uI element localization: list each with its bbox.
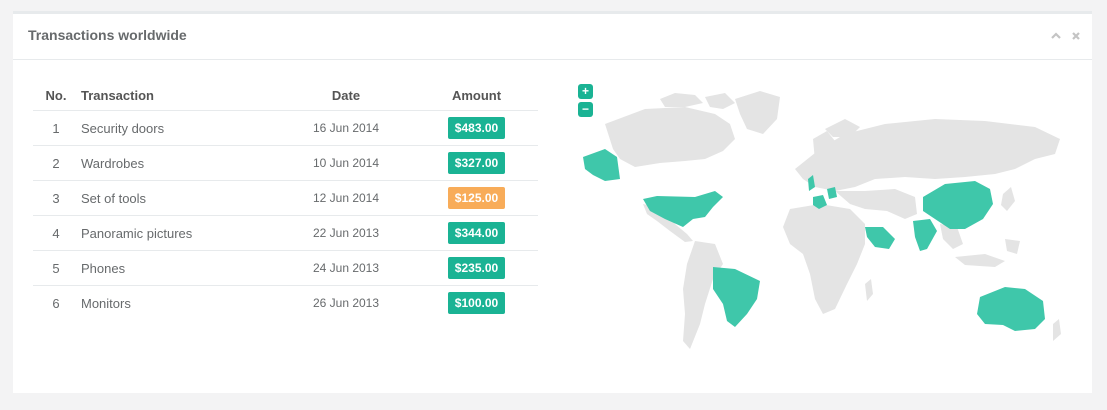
row-date: 26 Jun 2013 [312,296,380,310]
panel-title: Transactions worldwide [28,27,187,43]
amount-badge: $100.00 [447,292,506,314]
table-row[interactable]: 5 Phones 24 Jun 2013 $235.00 [33,250,538,286]
row-amount: $327.00 [415,145,538,181]
table-row[interactable]: 6 Monitors 26 Jun 2013 $100.00 [33,286,538,321]
zoom-out-button[interactable]: − [578,102,593,117]
world-map[interactable]: + − [565,79,1080,354]
table-row[interactable]: 1 Security doors 16 Jun 2014 $483.00 [33,110,538,146]
header-amount[interactable]: Amount [415,81,538,111]
close-icon[interactable] [1070,29,1082,41]
row-date: 10 Jun 2014 [277,145,415,181]
zoom-in-button[interactable]: + [578,84,593,99]
row-date: 24 Jun 2013 [277,250,415,286]
row-transaction: Panoramic pictures [79,215,277,251]
panel-tools [1050,29,1082,41]
transactions-table: No. Transaction Date Amount 1 Security do… [33,81,538,320]
amount-badge: $344.00 [447,222,506,244]
row-no: 4 [33,215,79,251]
transactions-panel: Transactions worldwide No. Transaction D… [13,11,1092,393]
region-alaska[interactable] [583,149,620,181]
row-amount: $235.00 [415,250,538,286]
row-transaction: Set of tools [79,180,277,216]
row-no: 5 [33,250,79,286]
row-transaction: Wardrobes [79,145,277,181]
region-brazil[interactable] [713,267,760,327]
table-row[interactable]: 3 Set of tools 12 Jun 2014 $125.00 [33,180,538,216]
table-header-row: No. Transaction Date Amount [33,81,538,111]
row-no: 2 [33,145,79,181]
table-row[interactable]: 4 Panoramic pictures 22 Jun 2013 $344.00 [33,215,538,251]
amount-badge: $125.00 [447,187,506,209]
header-no[interactable]: No. [33,81,79,111]
amount-badge: $235.00 [447,257,506,279]
chevron-up-icon[interactable] [1050,29,1062,41]
row-no: 6 [52,295,60,311]
region-china[interactable] [923,181,993,229]
row-amount: $100.00 [415,286,538,321]
header-transaction[interactable]: Transaction [79,81,277,111]
table-row[interactable]: 2 Wardrobes 10 Jun 2014 $327.00 [33,145,538,181]
row-transaction: Security doors [79,110,277,146]
amount-badge: $483.00 [447,117,506,139]
row-no: 3 [33,180,79,216]
row-amount: $125.00 [415,180,538,216]
row-date: 16 Jun 2014 [277,110,415,146]
region-australia[interactable] [977,287,1045,331]
region-saudi-arabia[interactable] [865,227,895,249]
panel-header: Transactions worldwide [13,14,1092,60]
amount-badge: $327.00 [447,152,506,174]
region-united-states[interactable] [643,191,723,227]
row-transaction: Monitors [81,295,131,311]
row-amount: $344.00 [415,215,538,251]
header-date[interactable]: Date [277,81,415,111]
row-no: 1 [33,110,79,146]
row-date: 12 Jun 2014 [277,180,415,216]
world-map-svg [583,91,1061,349]
region-india[interactable] [913,219,937,251]
row-amount: $483.00 [415,110,538,146]
row-date: 22 Jun 2013 [277,215,415,251]
row-transaction: Phones [79,250,277,286]
